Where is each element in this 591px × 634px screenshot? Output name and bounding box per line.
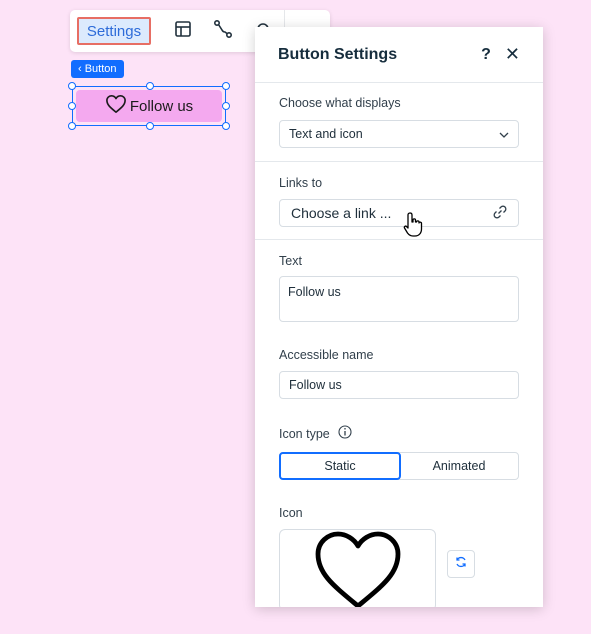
- close-icon[interactable]: ✕: [505, 44, 520, 65]
- icon-type-toggle[interactable]: Static Animated: [279, 452, 519, 480]
- links-section: Links to Choose a link ...: [255, 162, 543, 239]
- text-textarea[interactable]: Follow us: [279, 276, 519, 322]
- resize-handle-bottom[interactable]: [146, 122, 154, 130]
- element-breadcrumb-tag[interactable]: ‹ Button: [71, 60, 124, 78]
- layout-icon: [174, 20, 192, 43]
- layout-button[interactable]: [163, 10, 203, 52]
- heart-icon: [105, 94, 127, 118]
- icon-type-static-option[interactable]: Static: [279, 452, 401, 480]
- resize-handle-left[interactable]: [68, 102, 76, 110]
- resize-handle-top-right[interactable]: [222, 82, 230, 90]
- heart-icon: [310, 530, 406, 607]
- display-dropdown[interactable]: Text and icon: [279, 120, 519, 148]
- replace-icon-button[interactable]: [447, 550, 475, 578]
- resize-handle-bottom-left[interactable]: [68, 122, 76, 130]
- icon-preview[interactable]: [279, 529, 436, 607]
- resize-handle-right[interactable]: [222, 102, 230, 110]
- accessible-name-label: Accessible name: [279, 348, 374, 362]
- resize-handle-bottom-right[interactable]: [222, 122, 230, 130]
- display-section: Choose what displays Text and icon: [255, 83, 543, 161]
- link-picker-field[interactable]: Choose a link ...: [279, 199, 519, 227]
- accessible-name-section: Accessible name Follow us: [255, 322, 543, 399]
- link-icon: [492, 204, 508, 223]
- display-value: Text and icon: [289, 127, 363, 141]
- icon-type-animated-option[interactable]: Animated: [400, 453, 518, 479]
- refresh-icon: [454, 555, 468, 574]
- info-icon[interactable]: [338, 425, 352, 442]
- resize-handle-top-left[interactable]: [68, 82, 76, 90]
- icon-type-label: Icon type: [279, 426, 330, 441]
- resize-handle-top[interactable]: [146, 82, 154, 90]
- icon-type-label-row: Icon type: [279, 425, 519, 442]
- icon-type-section: Icon type Static Animated: [255, 399, 543, 480]
- canvas-button-body[interactable]: Follow us: [76, 90, 222, 122]
- hand-pointer-cursor-icon: [402, 211, 426, 244]
- accessible-name-input[interactable]: Follow us: [279, 371, 519, 399]
- chevron-down-icon: [499, 127, 509, 141]
- button-settings-panel: Button Settings ? ✕ Choose what displays…: [255, 27, 543, 607]
- icon-section: Icon: [255, 480, 543, 607]
- help-icon[interactable]: ?: [481, 46, 491, 64]
- links-label: Links to: [279, 176, 323, 190]
- selected-canvas-button[interactable]: Follow us: [68, 82, 230, 130]
- connect-icon: [213, 19, 233, 44]
- link-value: Choose a link ...: [291, 205, 392, 221]
- panel-header: Button Settings ? ✕: [255, 27, 543, 83]
- display-label: Choose what displays: [279, 96, 401, 110]
- settings-button[interactable]: Settings: [77, 17, 151, 45]
- connect-button[interactable]: [203, 10, 243, 52]
- panel-title: Button Settings: [278, 45, 398, 63]
- canvas-button-label: Follow us: [129, 97, 194, 115]
- icon-label: Icon: [279, 506, 303, 520]
- text-label: Text: [279, 254, 302, 268]
- text-section: Text Follow us: [255, 240, 543, 322]
